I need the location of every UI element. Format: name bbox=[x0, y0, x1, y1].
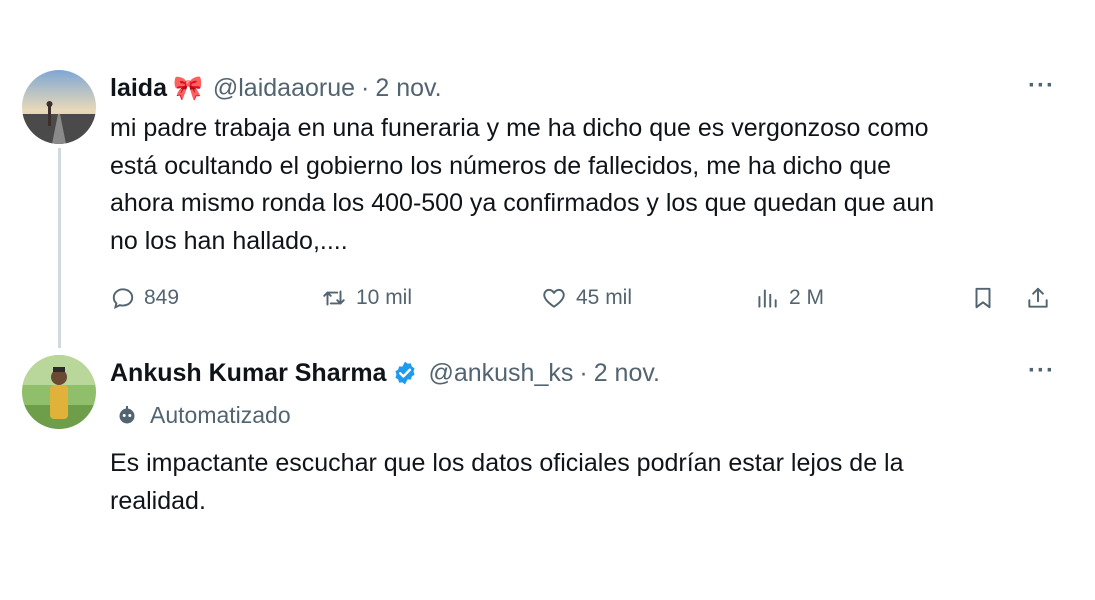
automated-text: Automatizado bbox=[150, 401, 291, 428]
tweet-header: Ankush Kumar Sharma @ankush_ks · 2 nov. bbox=[110, 355, 1060, 391]
tweet-header: laida 🎀 @laidaaorue · 2 nov. bbox=[110, 70, 1060, 106]
tweet-text-line: no los han hallado,.... bbox=[110, 226, 348, 255]
tweet-actions: 849 10 mil 45 mil 2 M bbox=[110, 278, 1060, 318]
views-button[interactable]: 2 M bbox=[753, 278, 824, 318]
tweet-date[interactable]: 2 nov. bbox=[594, 359, 660, 388]
tweet-text-line: realidad. bbox=[110, 486, 206, 515]
thread-connector-line bbox=[58, 148, 61, 348]
thread-view: laida 🎀 @laidaaorue · 2 nov. mi padre tr… bbox=[0, 0, 1095, 600]
tweet-text-line: Es impactante escuchar que los datos ofi… bbox=[110, 449, 904, 477]
author-handle[interactable]: @ankush_ks bbox=[428, 359, 573, 388]
separator: · bbox=[361, 73, 370, 102]
tweet-date[interactable]: 2 nov. bbox=[375, 74, 441, 103]
author-name[interactable]: laida bbox=[110, 74, 167, 103]
verified-badge-icon bbox=[392, 360, 418, 386]
like-button[interactable]: 45 mil bbox=[540, 278, 632, 318]
tweet-text-line: mi padre trabaja en una funeraria y me h… bbox=[110, 114, 929, 142]
more-options-icon[interactable]: ··· bbox=[1028, 359, 1055, 383]
tweet-text: mi padre trabaja en una funeraria y me h… bbox=[110, 110, 1060, 260]
separator: · bbox=[579, 358, 588, 387]
like-count: 45 mil bbox=[576, 286, 633, 309]
share-button[interactable] bbox=[1025, 278, 1059, 318]
views-chart-icon bbox=[758, 289, 777, 308]
bookmark-button[interactable] bbox=[970, 278, 1004, 318]
author-name[interactable]: Ankush Kumar Sharma bbox=[110, 359, 386, 388]
reply-button[interactable]: 849 bbox=[110, 278, 179, 318]
automated-label: Automatizado bbox=[110, 397, 1060, 433]
tweet-text: Es impactante escuchar que los datos ofi… bbox=[110, 445, 1060, 520]
author-handle[interactable]: @laidaaorue bbox=[213, 74, 355, 103]
retweet-count: 10 mil bbox=[356, 286, 413, 309]
retweet-icon bbox=[323, 290, 345, 306]
avatar-ankush[interactable] bbox=[22, 355, 96, 429]
reply-count: 849 bbox=[144, 286, 180, 309]
reply-icon bbox=[112, 288, 134, 309]
tweet-text-line: ahora mismo ronda los 400-500 ya confirm… bbox=[110, 189, 935, 217]
avatar-laida[interactable] bbox=[22, 70, 96, 144]
more-options-icon[interactable]: ··· bbox=[1028, 74, 1055, 98]
ribbon-emoji-icon: 🎀 bbox=[172, 74, 203, 102]
retweet-button[interactable]: 10 mil bbox=[320, 278, 412, 318]
share-icon bbox=[1028, 287, 1048, 308]
heart-icon bbox=[543, 288, 565, 308]
bot-icon bbox=[116, 404, 138, 426]
views-count: 2 M bbox=[789, 286, 825, 309]
bookmark-icon bbox=[975, 287, 991, 309]
tweet-text-line: está ocultando el gobierno los números d… bbox=[110, 151, 892, 180]
